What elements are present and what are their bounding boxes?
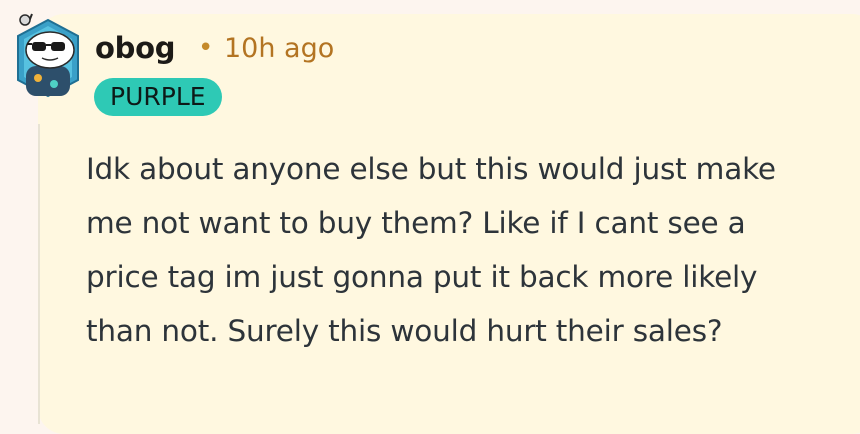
user-flair-badge: PURPLE [94,78,222,116]
comment-timestamp[interactable]: 10h ago [224,30,334,68]
user-avatar-icon[interactable] [8,6,84,106]
thread-line[interactable] [38,124,40,424]
comment-body: Idk about anyone else but this would jus… [86,152,776,348]
meta-separator: • [198,33,214,63]
author-username[interactable]: obog [95,28,175,68]
